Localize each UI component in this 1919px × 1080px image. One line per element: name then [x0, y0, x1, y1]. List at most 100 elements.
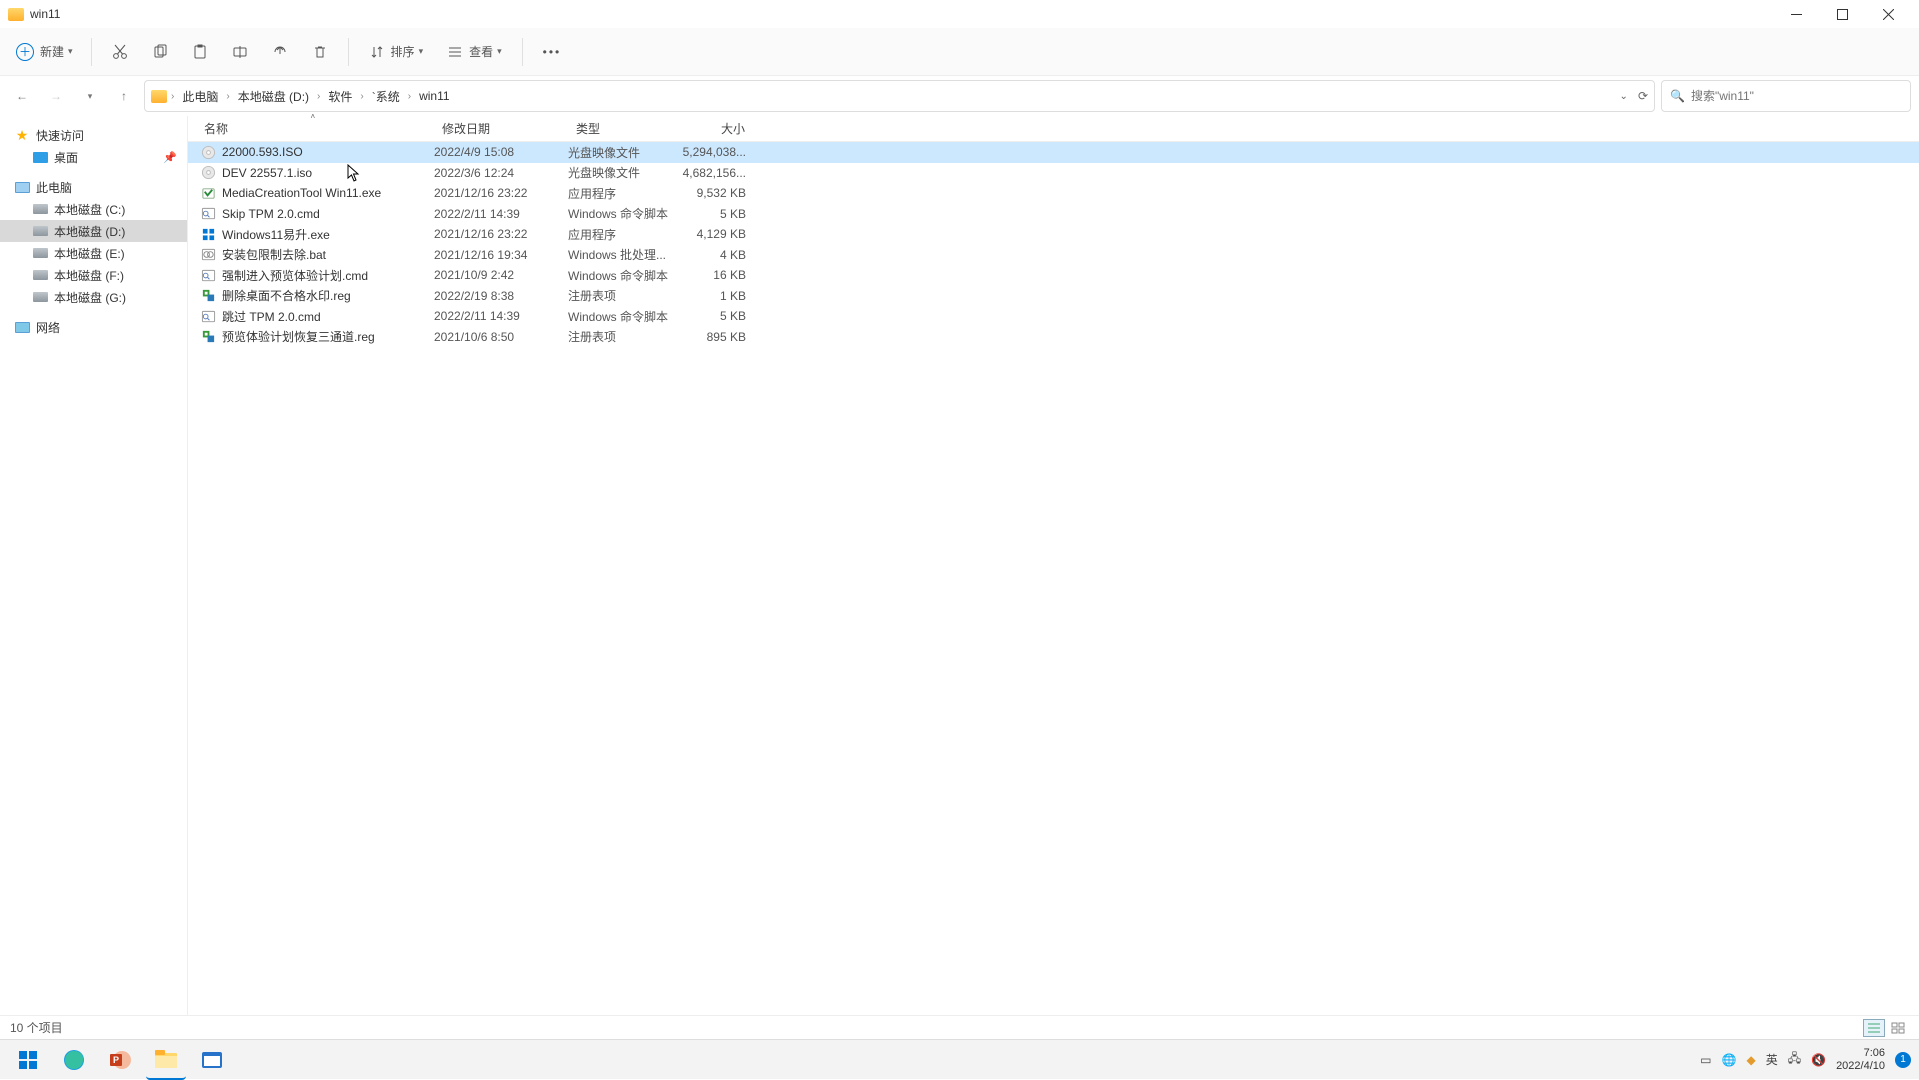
taskbar-explorer[interactable] — [146, 1040, 186, 1080]
network-icon[interactable]: 🖧 — [1788, 1049, 1801, 1070]
status-bar: 10 个项目 — [0, 1015, 1919, 1039]
recent-button[interactable]: ▾ — [76, 82, 104, 110]
file-name: DEV 22557.1.iso — [222, 166, 312, 180]
breadcrumb[interactable]: `系统 — [368, 85, 404, 108]
taskbar-powerpoint[interactable]: P — [100, 1040, 140, 1080]
plus-circle-icon: ＋ — [16, 43, 34, 61]
file-date: 2021/12/16 19:34 — [434, 248, 568, 262]
view-button[interactable]: 查看 ▾ — [437, 35, 512, 69]
notification-badge[interactable]: 1 — [1895, 1052, 1911, 1068]
sidebar-item-thispc[interactable]: 此电脑 — [0, 176, 187, 198]
file-row[interactable]: 删除桌面不合格水印.reg2022/2/19 8:38注册表项1 KB — [188, 286, 1919, 307]
details-view-button[interactable] — [1863, 1019, 1885, 1037]
up-button[interactable]: ↑ — [110, 82, 138, 110]
disk-icon — [32, 225, 48, 238]
breadcrumb[interactable]: 软件 — [324, 85, 356, 108]
file-row[interactable]: Windows11易升.exe2021/12/16 23:22应用程序4,129… — [188, 224, 1919, 245]
sidebar-item-drive[interactable]: 本地磁盘 (G:) — [0, 286, 187, 308]
address-bar[interactable]: › 此电脑 › 本地磁盘 (D:) › 软件 › `系统 › win11 ⌄ ⟳ — [144, 80, 1655, 112]
file-row[interactable]: 安装包限制去除.bat2021/12/16 19:34Windows 批处理..… — [188, 245, 1919, 266]
file-row[interactable]: 跳过 TPM 2.0.cmd2022/2/11 14:39Windows 命令脚… — [188, 306, 1919, 327]
breadcrumb[interactable]: win11 — [415, 86, 453, 106]
file-name: 删除桌面不合格水印.reg — [222, 287, 351, 304]
share-button[interactable] — [262, 35, 298, 69]
paste-button[interactable] — [182, 35, 218, 69]
sidebar-item-drive[interactable]: 本地磁盘 (D:) — [0, 220, 187, 242]
file-icon — [200, 165, 216, 181]
search-icon: 🔍 — [1670, 89, 1685, 103]
close-button[interactable] — [1865, 0, 1911, 28]
separator — [522, 38, 523, 66]
volume-icon[interactable]: 🔇 — [1811, 1053, 1826, 1067]
chevron-right-icon: › — [317, 91, 320, 102]
file-row[interactable]: Skip TPM 2.0.cmd2022/2/11 14:39Windows 命… — [188, 204, 1919, 225]
chevron-down-icon: ▾ — [419, 46, 424, 57]
disk-icon — [32, 203, 48, 216]
file-type: 光盘映像文件 — [568, 164, 682, 181]
file-name: MediaCreationTool Win11.exe — [222, 186, 381, 200]
file-icon — [200, 329, 216, 345]
tray-icon[interactable]: 🌐 — [1722, 1053, 1737, 1067]
forward-button[interactable]: → — [42, 82, 70, 110]
clock[interactable]: 7:06 2022/4/10 — [1836, 1047, 1885, 1072]
sidebar-item-drive[interactable]: 本地磁盘 (E:) — [0, 242, 187, 264]
copy-button[interactable] — [142, 35, 178, 69]
col-type[interactable]: 类型 — [568, 116, 682, 141]
col-name[interactable]: ˄名称 — [188, 116, 434, 141]
breadcrumb[interactable]: 此电脑 — [178, 85, 222, 108]
col-size[interactable]: 大小 — [682, 116, 756, 141]
file-size: 16 KB — [682, 268, 756, 282]
file-size: 4,129 KB — [682, 227, 756, 241]
sort-button[interactable]: 排序 ▾ — [359, 35, 434, 69]
file-row[interactable]: DEV 22557.1.iso2022/3/6 12:24光盘映像文件4,682… — [188, 163, 1919, 184]
delete-button[interactable] — [302, 35, 338, 69]
file-type: Windows 批处理... — [568, 246, 682, 263]
new-button[interactable]: ＋ 新建 ▾ — [8, 35, 81, 69]
column-headers: ˄名称 修改日期 类型 大小 — [188, 116, 1919, 142]
separator — [348, 38, 349, 66]
chevron-right-icon: › — [226, 91, 229, 102]
desktop-icon — [32, 151, 48, 164]
start-button[interactable] — [8, 1040, 48, 1080]
file-row[interactable]: 预览体验计划恢复三通道.reg2021/10/6 8:50注册表项895 KB — [188, 327, 1919, 348]
taskbar-edge[interactable] — [54, 1040, 94, 1080]
file-name: 强制进入预览体验计划.cmd — [222, 267, 368, 284]
file-type: 注册表项 — [568, 328, 682, 345]
sidebar-item-drive[interactable]: 本地磁盘 (F:) — [0, 264, 187, 286]
tray-icon[interactable]: ◆ — [1746, 1053, 1755, 1067]
file-icon — [200, 185, 216, 201]
sidebar-item-network[interactable]: 网络 — [0, 316, 187, 338]
taskbar-app[interactable] — [192, 1040, 232, 1080]
file-name: Windows11易升.exe — [222, 226, 330, 243]
file-row[interactable]: MediaCreationTool Win11.exe2021/12/16 23… — [188, 183, 1919, 204]
nav-pane: ★快速访问 桌面📌 此电脑 本地磁盘 (C:)本地磁盘 (D:)本地磁盘 (E:… — [0, 116, 188, 1015]
file-icon — [200, 308, 216, 324]
disk-icon — [32, 247, 48, 260]
window-title: win11 — [30, 7, 60, 21]
icons-view-button[interactable] — [1887, 1019, 1909, 1037]
refresh-button[interactable]: ⟳ — [1638, 89, 1648, 103]
minimize-button[interactable] — [1773, 0, 1819, 28]
tray-icon[interactable]: ▭ — [1700, 1053, 1711, 1067]
more-button[interactable]: ••• — [533, 35, 572, 69]
file-type: 应用程序 — [568, 185, 682, 202]
maximize-button[interactable] — [1819, 0, 1865, 28]
sidebar-item-drive[interactable]: 本地磁盘 (C:) — [0, 198, 187, 220]
breadcrumb[interactable]: 本地磁盘 (D:) — [234, 85, 313, 108]
sidebar-item-quick-access[interactable]: ★快速访问 — [0, 124, 187, 146]
ime-indicator[interactable]: 英 — [1766, 1051, 1778, 1068]
sidebar-item-desktop[interactable]: 桌面📌 — [0, 146, 187, 168]
cut-button[interactable] — [102, 35, 138, 69]
chevron-down-icon[interactable]: ⌄ — [1620, 91, 1628, 102]
star-icon: ★ — [14, 129, 30, 142]
search-input[interactable] — [1691, 89, 1902, 103]
file-name: 预览体验计划恢复三通道.reg — [222, 328, 375, 345]
search-box[interactable]: 🔍 — [1661, 80, 1911, 112]
file-row[interactable]: 强制进入预览体验计划.cmd2021/10/9 2:42Windows 命令脚本… — [188, 265, 1919, 286]
col-date[interactable]: 修改日期 — [434, 116, 568, 141]
rename-button[interactable] — [222, 35, 258, 69]
back-button[interactable]: ← — [8, 82, 36, 110]
file-row[interactable]: 22000.593.ISO2022/4/9 15:08光盘映像文件5,294,0… — [188, 142, 1919, 163]
file-date: 2022/2/19 8:38 — [434, 289, 568, 303]
disk-icon — [32, 291, 48, 304]
